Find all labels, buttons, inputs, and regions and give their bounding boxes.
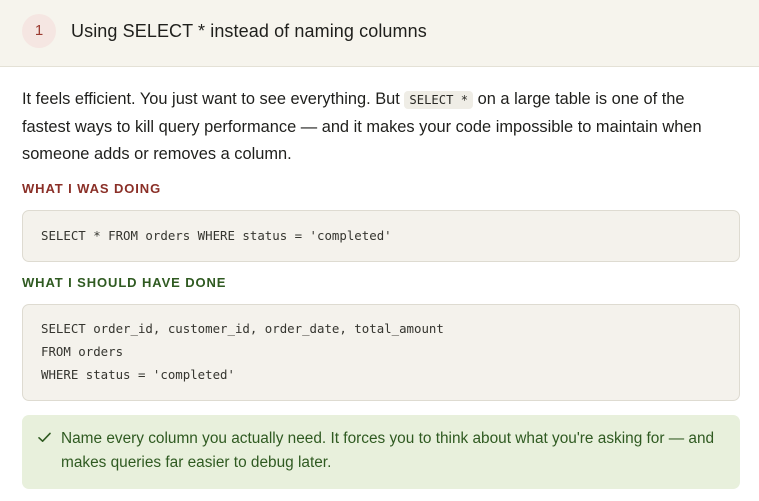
inline-code-select-star: SELECT *: [404, 91, 474, 109]
code-line: WHERE status = 'completed': [41, 367, 235, 382]
section-title: Using SELECT * instead of naming columns: [71, 21, 427, 41]
section-number-badge: 1: [22, 14, 56, 48]
tip-text: Name every column you actually need. It …: [61, 430, 715, 471]
intro-paragraph: It feels efficient. You just want to see…: [22, 86, 727, 168]
tip-callout: Name every column you actually need. It …: [22, 415, 740, 489]
check-icon: [38, 432, 51, 442]
code-line: SELECT order_id, customer_id, order_date…: [41, 321, 444, 336]
code-line: SELECT * FROM orders WHERE status = 'com…: [41, 228, 392, 243]
good-example-label: WHAT I SHOULD HAVE DONE: [22, 275, 227, 290]
bad-code-block: SELECT * FROM orders WHERE status = 'com…: [22, 210, 740, 262]
bad-example-label: WHAT I WAS DOING: [22, 181, 162, 196]
section-header: 1 Using SELECT * instead of naming colum…: [0, 0, 759, 67]
intro-text-start: It feels efficient. You just want to see…: [22, 90, 405, 108]
good-code-block: SELECT order_id, customer_id, order_date…: [22, 304, 740, 401]
code-line: FROM orders: [41, 344, 124, 359]
